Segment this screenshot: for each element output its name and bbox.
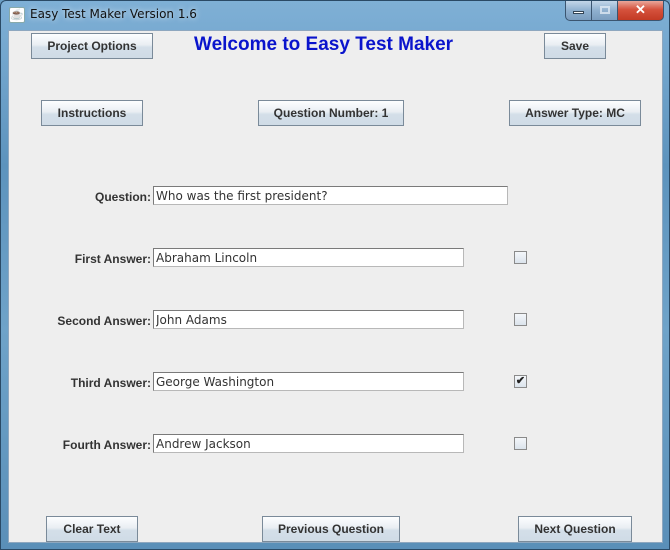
save-button[interactable]: Save <box>544 33 606 59</box>
third-answer-label: Third Answer: <box>70 376 151 390</box>
second-answer-correct-checkbox[interactable] <box>514 313 527 326</box>
question-label: Question: <box>95 190 151 204</box>
first-answer-correct-checkbox[interactable] <box>514 251 527 264</box>
minimize-button[interactable] <box>565 1 592 21</box>
second-answer-input[interactable] <box>153 310 464 329</box>
page-title: Welcome to Easy Test Maker <box>194 34 454 55</box>
window-controls: ✕ <box>565 1 664 21</box>
first-answer-input[interactable] <box>153 248 464 267</box>
fourth-answer-correct-checkbox[interactable] <box>514 437 527 450</box>
clear-text-button[interactable]: Clear Text <box>46 516 138 542</box>
question-number-button[interactable]: Question Number: 1 <box>258 100 404 126</box>
main-panel: Project Options Welcome to Easy Test Mak… <box>8 30 663 543</box>
question-input[interactable] <box>153 186 508 205</box>
second-answer-label: Second Answer: <box>57 314 151 328</box>
fourth-answer-label: Fourth Answer: <box>62 438 151 452</box>
first-answer-label: First Answer: <box>74 252 151 266</box>
instructions-button[interactable]: Instructions <box>41 100 143 126</box>
java-app-icon: ☕ <box>9 7 25 23</box>
third-answer-input[interactable] <box>153 372 464 391</box>
window-title: Easy Test Maker Version 1.6 <box>30 7 197 21</box>
next-question-button[interactable]: Next Question <box>518 516 632 542</box>
checkmark-icon: ✔ <box>515 375 526 387</box>
close-icon: ✕ <box>635 2 646 17</box>
previous-question-button[interactable]: Previous Question <box>262 516 400 542</box>
maximize-button[interactable] <box>592 1 618 21</box>
fourth-answer-input[interactable] <box>153 434 464 453</box>
close-button[interactable]: ✕ <box>618 1 664 21</box>
app-window: ☕ Easy Test Maker Version 1.6 ✕ Project … <box>0 0 670 550</box>
title-bar[interactable]: ☕ Easy Test Maker Version 1.6 ✕ <box>1 1 669 31</box>
answer-type-button[interactable]: Answer Type: MC <box>509 100 641 126</box>
third-answer-correct-checkbox[interactable]: ✔ <box>514 375 527 388</box>
maximize-icon <box>599 6 610 15</box>
minimize-icon <box>573 10 584 14</box>
project-options-button[interactable]: Project Options <box>31 33 153 59</box>
